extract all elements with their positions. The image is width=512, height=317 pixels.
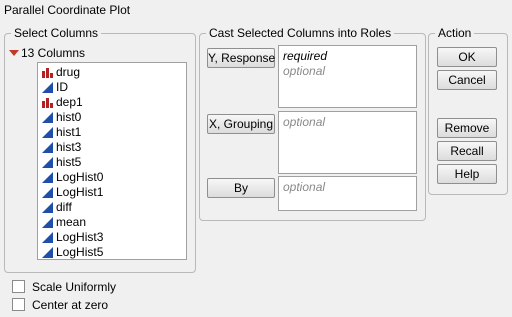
- recall-button[interactable]: Recall: [437, 141, 497, 161]
- continuous-column-icon: [42, 112, 53, 123]
- continuous-column-icon: [42, 187, 53, 198]
- column-item[interactable]: LogHist5: [42, 245, 103, 260]
- y-response-drop-zone[interactable]: required optional: [278, 45, 417, 108]
- x-grouping-drop-zone[interactable]: optional: [278, 111, 417, 174]
- column-name: LogHist1: [56, 185, 104, 199]
- column-name: mean: [56, 215, 87, 229]
- column-item[interactable]: mean: [42, 215, 86, 230]
- column-name: LogHist5: [56, 245, 104, 259]
- center-at-zero-option[interactable]: Center at zero: [12, 297, 152, 313]
- disclosure-triangle-icon[interactable]: [9, 50, 19, 56]
- column-item[interactable]: LogHist3: [42, 230, 103, 245]
- column-item[interactable]: LogHist1: [42, 185, 103, 200]
- column-item[interactable]: LogHist0: [42, 170, 103, 185]
- x-grouping-optional-text: optional: [283, 115, 326, 129]
- column-count-label: 13 Columns: [21, 46, 86, 60]
- column-name: hist1: [56, 125, 82, 139]
- column-item[interactable]: hist1: [42, 125, 81, 140]
- continuous-column-icon: [42, 232, 53, 243]
- action-title: Action: [435, 25, 475, 41]
- scale-uniformly-option[interactable]: Scale Uniformly: [12, 279, 152, 295]
- continuous-column-icon: [42, 127, 53, 138]
- scale-uniformly-checkbox[interactable]: [12, 280, 25, 293]
- continuous-column-icon: [42, 82, 53, 93]
- window-title: Parallel Coordinate Plot: [4, 3, 131, 17]
- remove-button[interactable]: Remove: [437, 118, 497, 138]
- column-name: LogHist0: [56, 170, 104, 184]
- nominal-column-icon: [42, 97, 53, 108]
- column-item[interactable]: drug: [42, 65, 80, 80]
- column-name: LogHist3: [56, 230, 104, 244]
- y-response-optional-text: optional: [283, 64, 326, 78]
- column-item[interactable]: hist0: [42, 110, 81, 125]
- column-item[interactable]: ID: [42, 80, 68, 95]
- by-drop-zone[interactable]: optional: [278, 176, 417, 211]
- column-name: drug: [56, 65, 81, 79]
- column-list[interactable]: drug ID dep1 hist0 hist1 hist3 hist5 LogHist0 Lo…: [37, 62, 187, 260]
- ok-button[interactable]: OK: [437, 47, 497, 67]
- x-grouping-button[interactable]: X, Grouping: [207, 114, 275, 134]
- column-item[interactable]: diff: [42, 200, 72, 215]
- continuous-column-icon: [42, 202, 53, 213]
- cancel-button[interactable]: Cancel: [437, 70, 497, 90]
- column-name: ID: [56, 80, 68, 94]
- continuous-column-icon: [42, 142, 53, 153]
- column-name: hist3: [56, 140, 82, 154]
- center-at-zero-label: Center at zero: [32, 298, 109, 312]
- by-optional-text: optional: [283, 180, 326, 194]
- y-response-required-text: required: [283, 49, 328, 63]
- by-button[interactable]: By: [207, 178, 275, 198]
- column-item[interactable]: hist3: [42, 140, 81, 155]
- continuous-column-icon: [42, 172, 53, 183]
- continuous-column-icon: [42, 157, 53, 168]
- scale-uniformly-label: Scale Uniformly: [32, 280, 117, 294]
- cast-roles-title: Cast Selected Columns into Roles: [206, 25, 395, 41]
- column-item[interactable]: dep1: [42, 95, 83, 110]
- nominal-column-icon: [42, 67, 53, 78]
- column-name: dep1: [56, 95, 83, 109]
- columns-disclosure[interactable]: 13 Columns: [9, 45, 85, 61]
- select-columns-title: Select Columns: [11, 25, 102, 41]
- center-at-zero-checkbox[interactable]: [12, 298, 25, 311]
- column-name: hist0: [56, 110, 82, 124]
- continuous-column-icon: [42, 247, 53, 258]
- help-button[interactable]: Help: [437, 164, 497, 184]
- y-response-button[interactable]: Y, Response: [207, 48, 275, 68]
- column-name: hist5: [56, 155, 82, 169]
- column-item[interactable]: hist5: [42, 155, 81, 170]
- continuous-column-icon: [42, 217, 53, 228]
- column-name: diff: [56, 200, 72, 214]
